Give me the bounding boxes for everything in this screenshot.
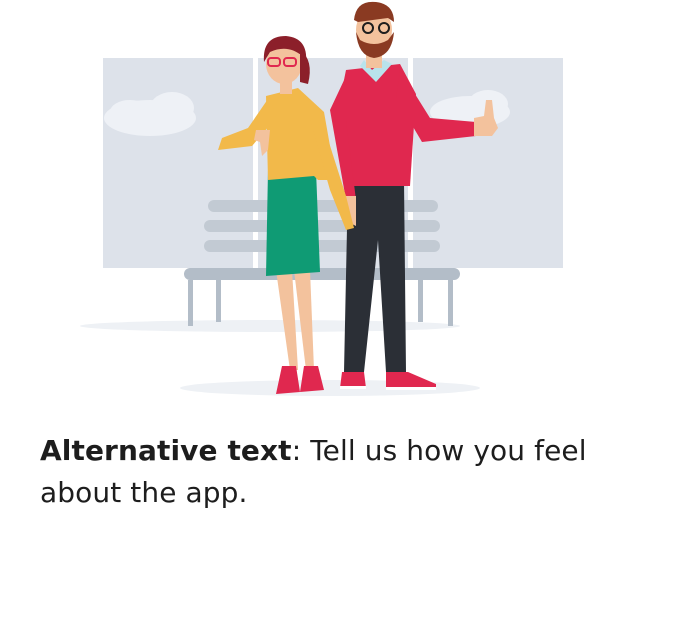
caption-label: Alternative text xyxy=(40,434,292,467)
alt-text-caption: Alternative text: Tell us how you feel a… xyxy=(40,430,640,514)
caption-separator: : xyxy=(291,434,302,467)
feedback-illustration xyxy=(80,1,563,396)
